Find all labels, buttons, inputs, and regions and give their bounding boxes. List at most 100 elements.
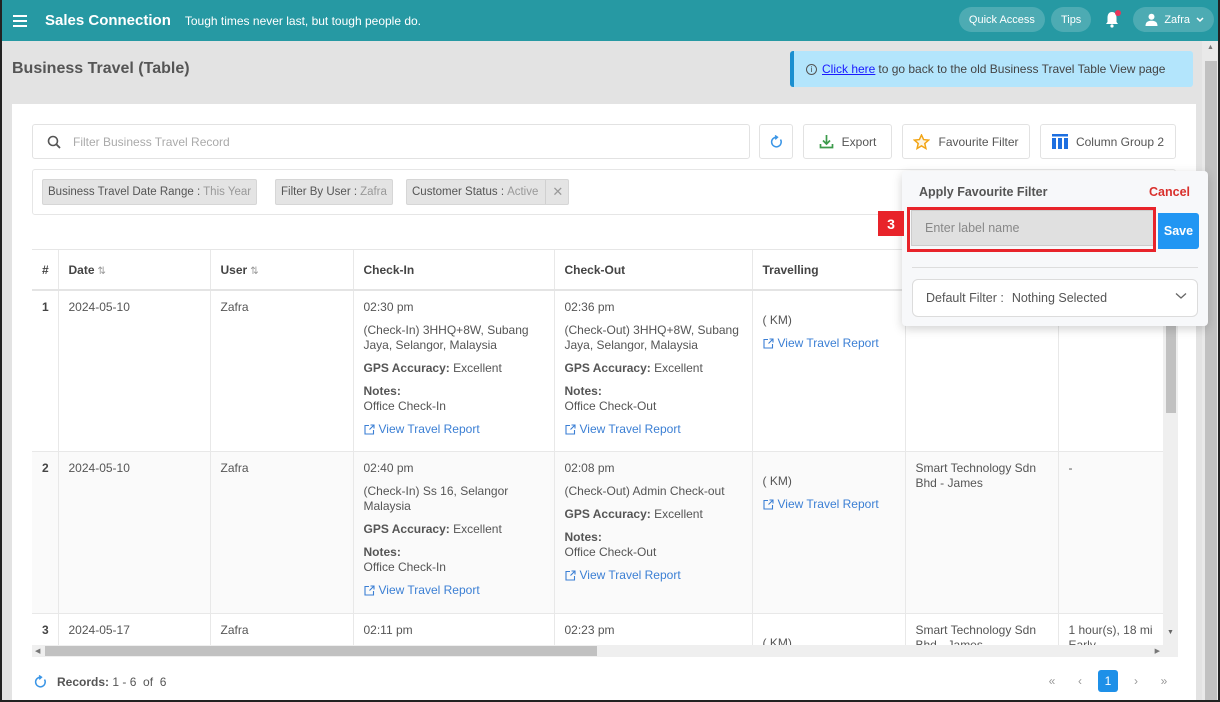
- col-header-number: #: [32, 250, 59, 291]
- duration-value: 1 hour(s), 18 mi: [1068, 622, 1153, 637]
- export-label: Export: [841, 134, 877, 149]
- row-check-in: 02:30 pm (Check-In) 3HHQ+8W, Subang Jaya…: [353, 290, 555, 452]
- chevron-down-icon: [1175, 293, 1187, 299]
- sort-icon[interactable]: ⇅: [98, 266, 106, 277]
- page-1-button[interactable]: 1: [1098, 670, 1118, 692]
- col-header-date[interactable]: Date ⇅: [58, 250, 211, 291]
- row-customer: Smart Technology Sdn Bhd - James: [905, 451, 1059, 614]
- page-title: Business Travel (Table): [12, 60, 190, 77]
- notification-button[interactable]: [1101, 9, 1123, 31]
- hamburger-menu-icon[interactable]: [13, 12, 27, 30]
- check-out-gps: GPS Accuracy: Excellent: [565, 361, 742, 376]
- save-button[interactable]: Save: [1158, 213, 1199, 249]
- search-icon: [47, 135, 61, 149]
- notes-label: Notes:: [363, 384, 401, 398]
- refresh-button[interactable]: [759, 124, 793, 159]
- records-summary: Records: 1 - 6 of 6: [34, 675, 166, 689]
- row-travelling: ( KM) View Travel Report: [752, 451, 906, 614]
- gps-label: GPS Accuracy:: [564, 361, 651, 375]
- row-number: 3: [32, 613, 59, 645]
- sort-icon[interactable]: ⇅: [250, 266, 258, 277]
- row-check-out: 02:23 pm: [554, 613, 753, 645]
- records-value: 1 - 6 of 6: [112, 675, 167, 689]
- view-travel-report-link[interactable]: View Travel Report: [762, 496, 879, 512]
- export-button[interactable]: Export: [803, 124, 892, 159]
- star-icon: [913, 133, 931, 150]
- columns-icon: [1051, 134, 1068, 149]
- scroll-left-arrow-icon[interactable]: ◀: [35, 647, 40, 655]
- chip-sep: :: [353, 186, 358, 198]
- scroll-right-arrow-icon[interactable]: ▶: [1155, 647, 1160, 655]
- tips-button[interactable]: Tips: [1050, 7, 1092, 32]
- col-header-check-in: Check-In: [353, 250, 555, 291]
- next-page-button[interactable]: ›: [1126, 670, 1146, 692]
- notes-value: Office Check-In: [363, 559, 446, 574]
- default-filter-value: Nothing Selected: [1011, 291, 1108, 305]
- view-travel-report-link[interactable]: View Travel Report: [363, 582, 480, 598]
- prev-page-button[interactable]: ‹: [1070, 670, 1090, 692]
- scroll-down-arrow-icon[interactable]: ▼: [1167, 629, 1174, 636]
- filter-chip-date-range[interactable]: Business Travel Date Range : This Year: [42, 179, 258, 205]
- pagination: « ‹ 1 › »: [1042, 670, 1174, 692]
- link-label: View Travel Report: [777, 336, 879, 350]
- scrollbar-thumb[interactable]: [1205, 61, 1217, 700]
- download-icon: [819, 135, 834, 149]
- chip-value: Active: [507, 186, 539, 198]
- info-icon: i: [806, 63, 817, 75]
- brand-name[interactable]: Sales Connection: [45, 12, 171, 29]
- divider: [912, 267, 1198, 268]
- link-label: View Travel Report: [777, 496, 879, 511]
- favourite-filter-popup: Apply Favourite Filter Cancel Save Defau…: [902, 171, 1208, 326]
- favourite-filter-button[interactable]: Favourite Filter: [902, 124, 1030, 159]
- quick-access-button[interactable]: Quick Access: [958, 7, 1045, 32]
- check-out-location: (Check-Out) Admin Check-out: [564, 483, 725, 498]
- last-page-button[interactable]: »: [1154, 670, 1174, 692]
- column-group-button[interactable]: Column Group 2: [1040, 124, 1176, 159]
- col-header-user[interactable]: User ⇅: [210, 250, 354, 291]
- search-box[interactable]: [32, 124, 750, 159]
- clear-filters-icon[interactable]: ✕: [545, 180, 563, 204]
- notes-value: Office Check-Out: [564, 544, 657, 559]
- external-link-icon: [564, 569, 576, 581]
- check-in-gps: GPS Accuracy: Excellent: [364, 522, 544, 537]
- filter-chip-user[interactable]: Filter By User : Zafra: [275, 179, 393, 205]
- col-label: User: [220, 262, 248, 277]
- duration-status: Early: [1068, 637, 1096, 646]
- link-label: View Travel Report: [378, 582, 480, 597]
- favourite-filter-label: Favourite Filter: [938, 134, 1019, 149]
- old-view-link[interactable]: Click here: [822, 62, 875, 76]
- cancel-button[interactable]: Cancel: [1149, 185, 1190, 199]
- refresh-icon[interactable]: [34, 675, 47, 689]
- label-name-input[interactable]: [911, 210, 1154, 246]
- row-date: 2024-05-10: [58, 290, 211, 452]
- chip-value: Zafra: [360, 186, 387, 198]
- table-row: 3 2024-05-17 Zafra 02:11 pm 02:23 pm ( K…: [32, 613, 1163, 645]
- filter-chip-customer-status[interactable]: Customer Status : Active ✕: [406, 179, 570, 205]
- row-check-in: 02:11 pm: [353, 613, 555, 645]
- link-label: View Travel Report: [579, 567, 681, 582]
- table-horizontal-scrollbar[interactable]: ◀ ▶: [32, 645, 1163, 657]
- check-in-gps: GPS Accuracy: Excellent: [364, 361, 544, 376]
- view-travel-report-link[interactable]: View Travel Report: [762, 336, 879, 351]
- table-row: 2 2024-05-10 Zafra 02:40 pm (Check-In) S…: [32, 451, 1163, 614]
- default-filter-select[interactable]: Default Filter : Nothing Selected: [912, 279, 1198, 317]
- scrollbar-thumb[interactable]: [45, 646, 597, 656]
- view-travel-report-link[interactable]: View Travel Report: [363, 422, 480, 437]
- user-menu-button[interactable]: Zafra: [1133, 7, 1214, 32]
- user-name: Zafra: [1164, 13, 1190, 26]
- col-header-travelling: Travelling: [752, 250, 906, 291]
- search-input[interactable]: [73, 134, 673, 149]
- first-page-button[interactable]: «: [1042, 670, 1062, 692]
- view-travel-report-link[interactable]: View Travel Report: [564, 422, 681, 437]
- notes-value: Office Check-In: [363, 399, 446, 413]
- scroll-up-arrow-icon[interactable]: ▲: [1207, 44, 1214, 51]
- view-travel-report-link[interactable]: View Travel Report: [564, 567, 681, 583]
- tagline: Tough times never last, but tough people…: [184, 13, 422, 28]
- records-label: Records:: [57, 675, 110, 689]
- col-label: Check-Out: [564, 262, 626, 277]
- row-user: Zafra: [210, 290, 354, 452]
- check-in-location: (Check-In) Ss 16, Selangor Malaysia: [363, 483, 509, 513]
- page-vertical-scrollbar[interactable]: ▲: [1202, 41, 1218, 700]
- row-user: Zafra: [210, 613, 354, 645]
- check-out-gps: GPS Accuracy: Excellent: [565, 507, 742, 522]
